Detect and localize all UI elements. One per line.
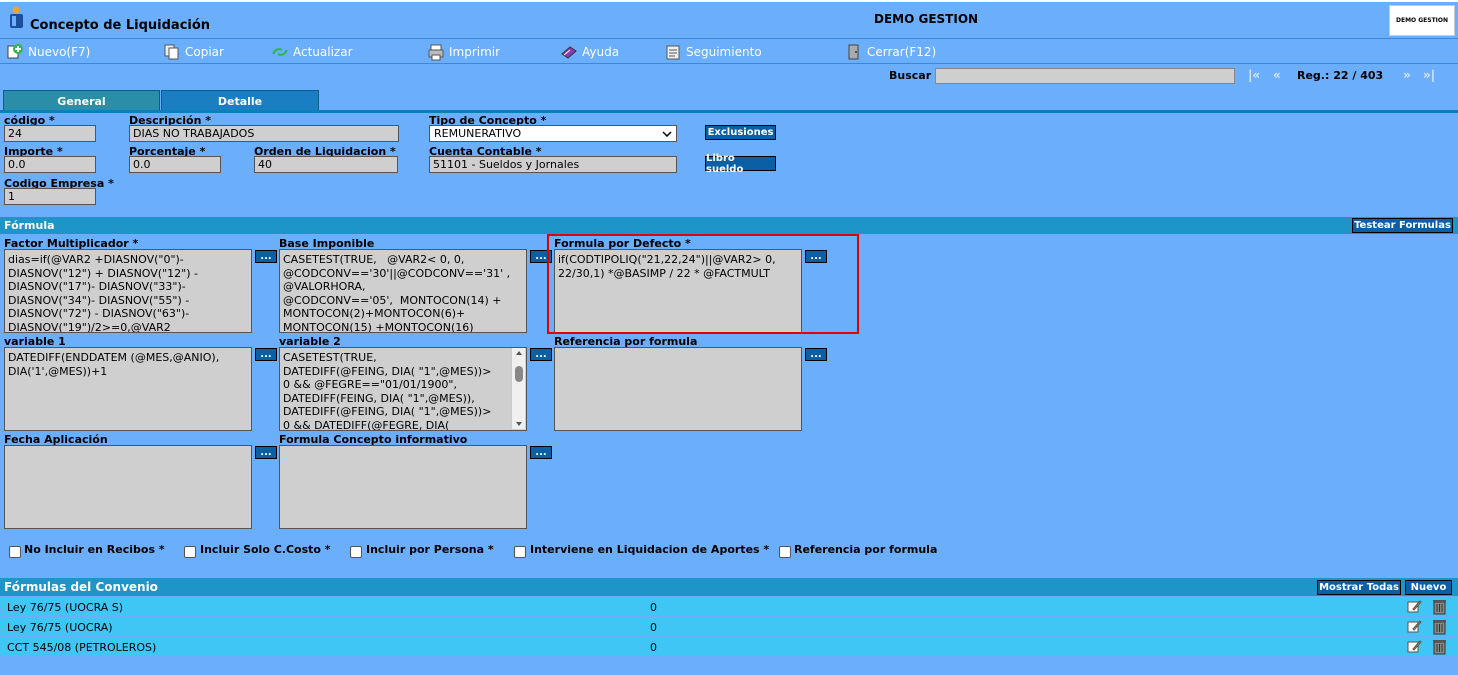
tracking-icon [664, 43, 682, 61]
row-name: Ley 76/75 (UOCRA S) [7, 601, 124, 614]
exclusiones-button[interactable]: Exclusiones [705, 125, 776, 140]
tab-underline [0, 110, 1458, 113]
incluir-por-persona-checkbox[interactable] [350, 546, 362, 558]
factor-edit-button[interactable]: ... [255, 250, 277, 263]
interviene-aportes-label: Interviene en Liquidacion de Aportes * [530, 543, 770, 556]
app-logo-icon [7, 6, 27, 30]
incluir-por-persona-label: Incluir por Persona * [366, 543, 494, 556]
fecha-edit-button[interactable]: ... [255, 446, 277, 459]
fecha-textarea[interactable] [4, 445, 252, 529]
add-icon [6, 43, 24, 61]
importe-field[interactable]: 0.0 [4, 156, 96, 173]
cuenta-field[interactable]: 51101 - Sueldos y Jornales [429, 156, 677, 173]
formula-section-header: Fórmula [0, 217, 1458, 234]
next-record-button[interactable]: » [1403, 68, 1411, 82]
trash-icon[interactable] [1432, 598, 1447, 618]
company-name: DEMO GESTION [874, 12, 979, 26]
no-incluir-recibos-label: No Incluir en Recibos * [24, 543, 165, 556]
var2-scrollbar[interactable] [511, 348, 525, 429]
factor-textarea[interactable]: dias=if(@VAR2 +DIASNOV("0")- DIASNOV("12… [4, 249, 252, 333]
row-value: 0 [650, 621, 657, 634]
row-value: 0 [650, 641, 657, 654]
tracking-button[interactable]: Seguimiento [664, 42, 762, 62]
help-button[interactable]: Ayuda [560, 42, 619, 62]
empresa-field[interactable]: 1 [4, 188, 96, 205]
edit-icon[interactable] [1407, 599, 1422, 617]
company-logo: DEMO GESTION [1389, 5, 1455, 36]
informativo-textarea[interactable] [279, 445, 527, 529]
referencia-formula-label: Referencia por formula [794, 543, 938, 556]
convenio-section-header: Fórmulas del Convenio [0, 578, 1458, 596]
copy-button[interactable]: Copiar [163, 42, 224, 62]
table-row[interactable]: Ley 76/75 (UOCRA S) 0 [0, 597, 1458, 617]
chevron-down-icon [662, 127, 672, 140]
highlight-box [547, 234, 859, 334]
descripcion-field[interactable]: DIAS NO TRABAJADOS [129, 125, 399, 142]
help-book-icon [560, 43, 578, 61]
incluir-solo-ccosto-label: Incluir Solo C.Costo * [200, 543, 331, 556]
prev-record-button[interactable]: « [1273, 68, 1281, 82]
var2-edit-button[interactable]: ... [530, 348, 552, 361]
referencia-edit-button[interactable]: ... [805, 348, 827, 361]
codigo-field[interactable]: 24 [4, 125, 96, 142]
row-value: 0 [650, 601, 657, 614]
var2-textarea[interactable]: CASETEST(TRUE, DATEDIFF(@FEING, DIA( "1"… [279, 347, 527, 431]
refresh-button[interactable]: Actualizar [271, 42, 353, 62]
table-row[interactable]: CCT 545/08 (PETROLEROS) 0 [0, 637, 1458, 657]
libro-sueldo-button[interactable]: Libro sueldo [705, 153, 776, 175]
edit-icon[interactable] [1407, 639, 1422, 657]
last-record-button[interactable]: »| [1423, 68, 1435, 82]
referencia-textarea[interactable] [554, 347, 802, 431]
var1-textarea[interactable]: DATEDIFF(ENDDATEM (@MES,@ANIO), DIA('1',… [4, 347, 252, 431]
close-button[interactable]: Cerrar(F12) [845, 42, 936, 62]
edit-icon[interactable] [1407, 619, 1422, 637]
new-button[interactable]: Nuevo(F7) [6, 42, 90, 62]
tipo-concepto-select[interactable]: REMUNERATIVO [429, 125, 677, 142]
row-name: CCT 545/08 (PETROLEROS) [7, 641, 157, 654]
show-all-button[interactable]: Mostrar Todas [1317, 580, 1401, 595]
row-name: Ley 76/75 (UOCRA) [7, 621, 113, 634]
toolbar: Nuevo(F7) Copiar Actualizar Imprimir Ayu… [0, 38, 1458, 64]
print-button[interactable]: Imprimir [427, 42, 500, 62]
interviene-aportes-checkbox[interactable] [514, 546, 526, 558]
base-textarea[interactable]: CASETEST(TRUE, @VAR2< 0, 0, @CODCONV=='3… [279, 249, 527, 333]
refresh-icon [271, 43, 289, 61]
no-incluir-recibos-checkbox[interactable] [9, 546, 21, 558]
var1-edit-button[interactable]: ... [255, 348, 277, 361]
referencia-formula-checkbox[interactable] [779, 546, 791, 558]
test-formulas-button[interactable]: Testear Formulas [1352, 218, 1453, 233]
orden-field[interactable]: 40 [254, 156, 398, 173]
close-door-icon [845, 43, 863, 61]
table-row[interactable]: Ley 76/75 (UOCRA) 0 [0, 617, 1458, 637]
informativo-edit-button[interactable]: ... [530, 446, 552, 459]
title-bar [0, 2, 1458, 38]
copy-icon [163, 43, 181, 61]
trash-icon[interactable] [1432, 638, 1447, 658]
tab-general[interactable]: General [3, 90, 160, 112]
tab-detalle[interactable]: Detalle [161, 90, 319, 112]
new-formula-button[interactable]: Nuevo [1405, 580, 1452, 595]
incluir-solo-ccosto-checkbox[interactable] [184, 546, 196, 558]
search-label: Buscar [889, 69, 932, 82]
trash-icon[interactable] [1432, 618, 1447, 638]
print-icon [427, 43, 445, 61]
record-counter: Reg.: 22 / 403 [1297, 69, 1384, 82]
porcentaje-field[interactable]: 0.0 [129, 156, 221, 173]
first-record-button[interactable]: |« [1248, 68, 1260, 82]
page-title: Concepto de Liquidación [30, 18, 211, 33]
search-input[interactable] [935, 68, 1235, 84]
